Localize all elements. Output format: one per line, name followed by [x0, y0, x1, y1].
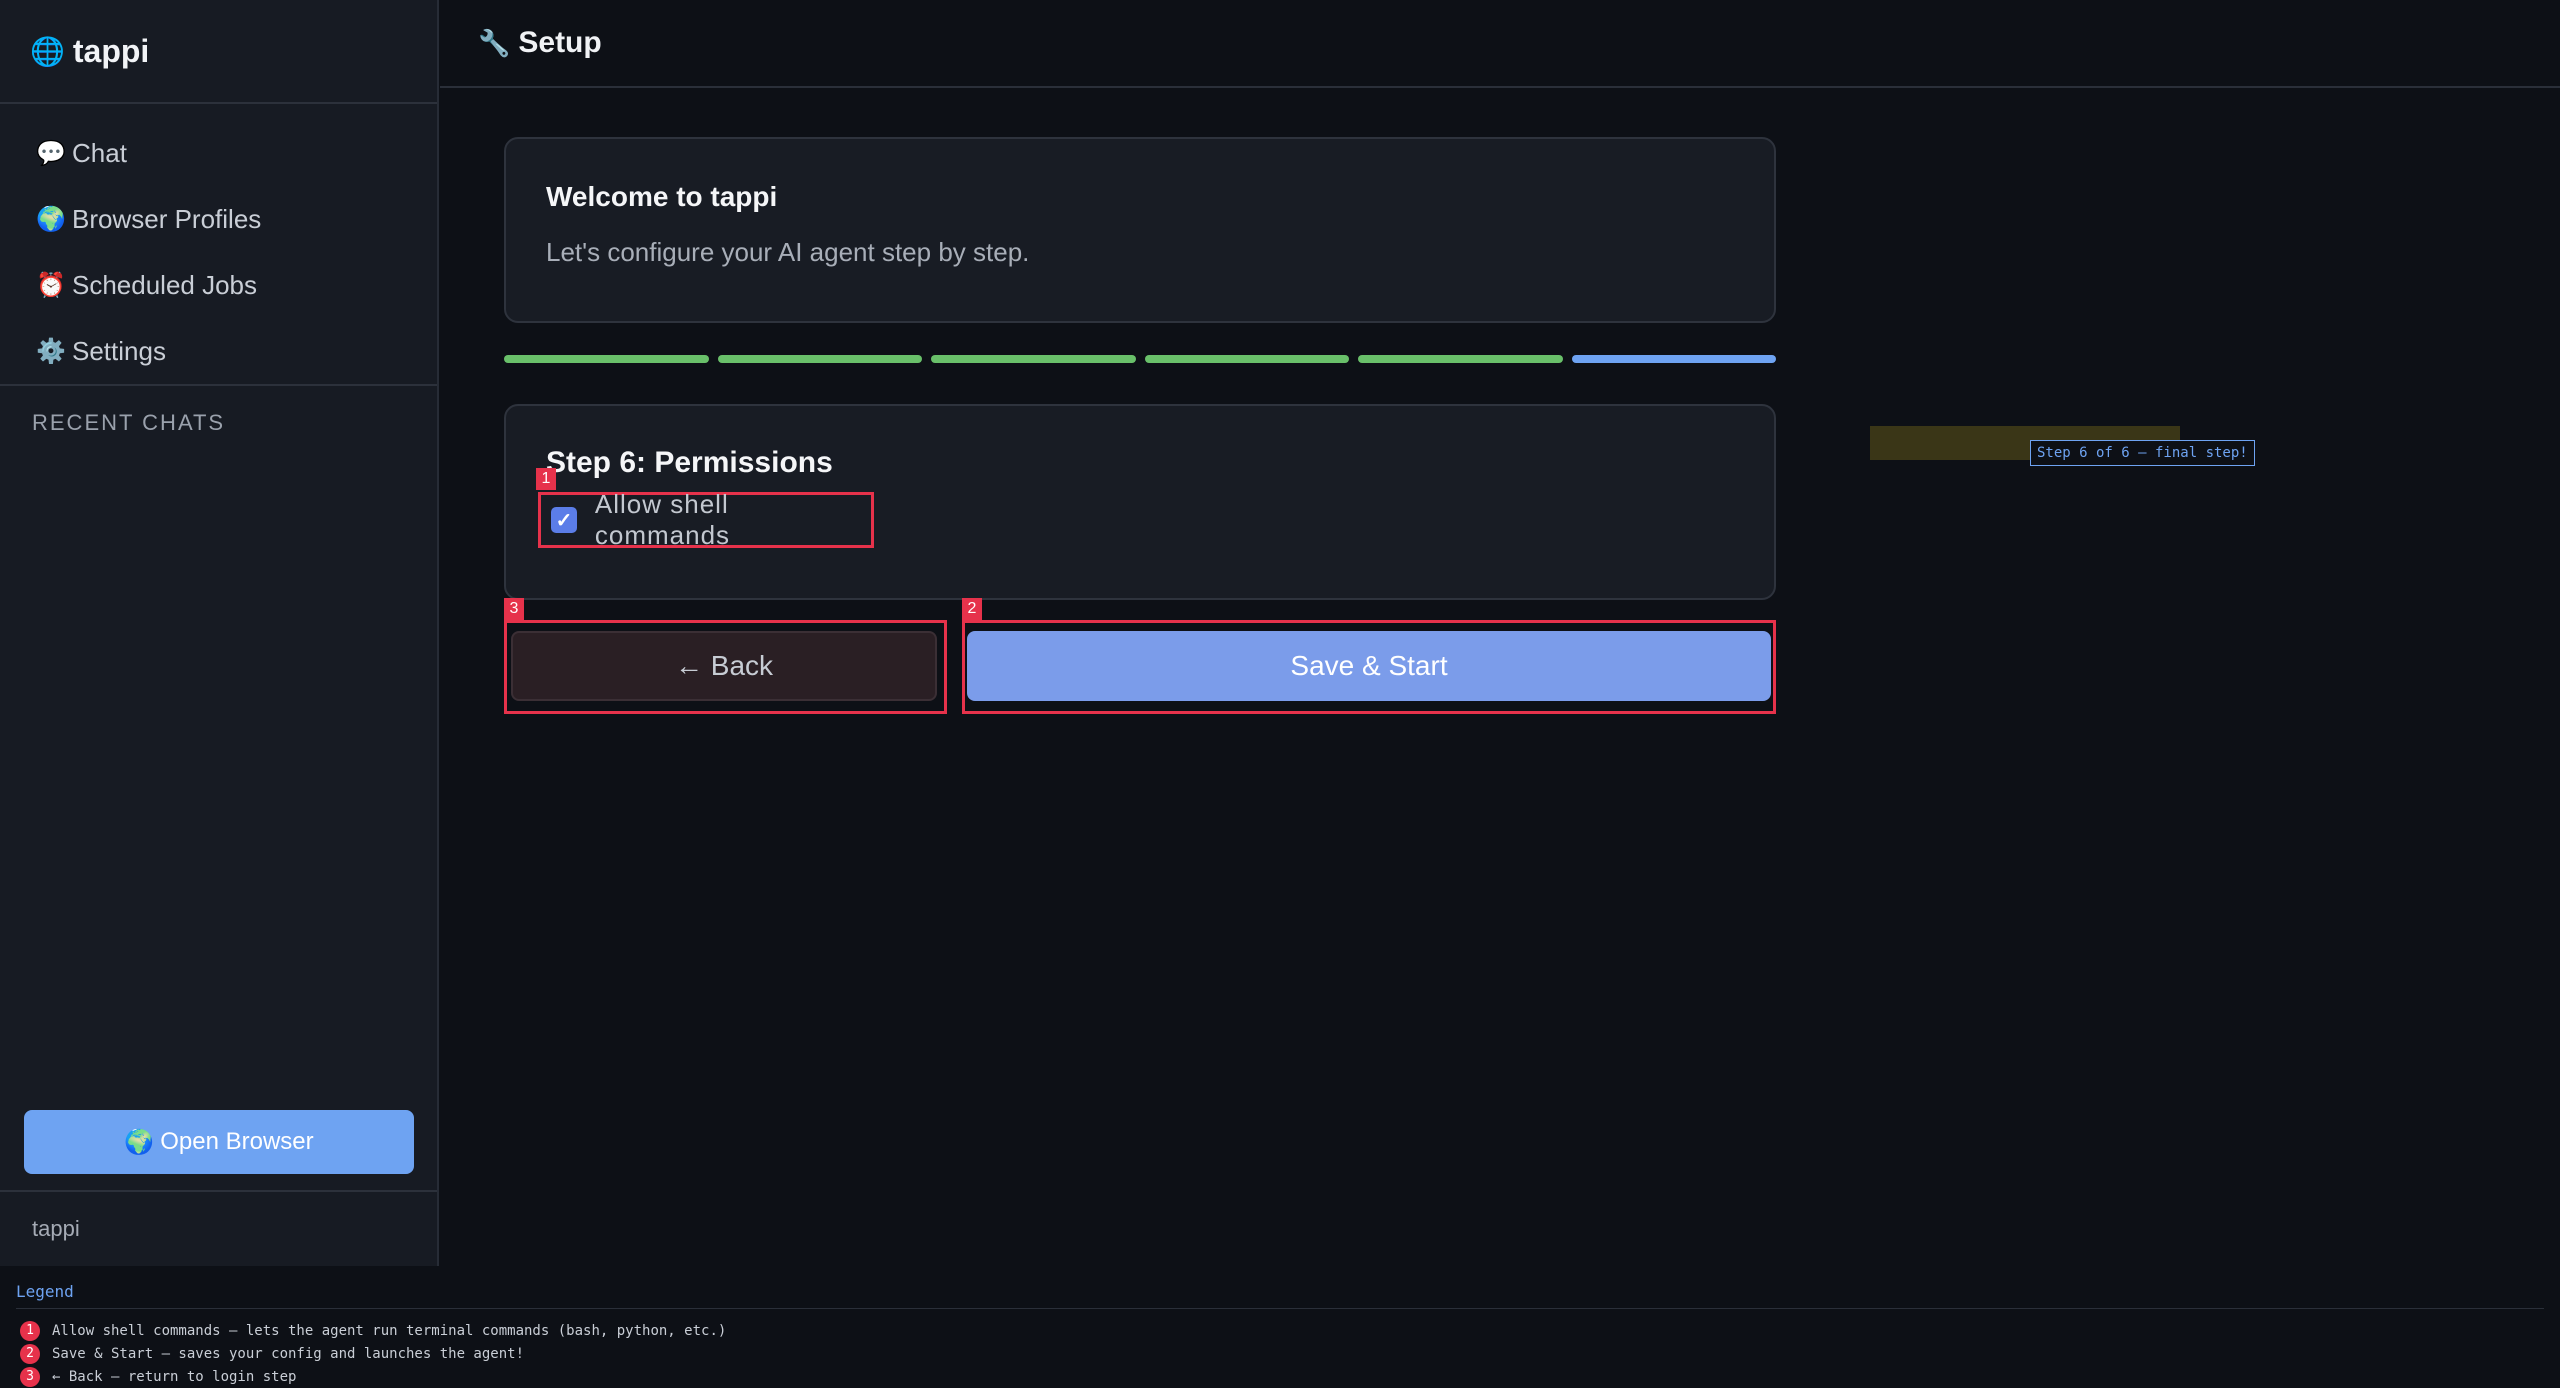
checkmark-icon[interactable]: ✓ — [551, 507, 577, 533]
page-title: Setup — [518, 26, 602, 59]
legend-text: ← Back — return to login step — [52, 1369, 297, 1385]
progress-segment-6 — [1571, 355, 1776, 363]
step-hint-tag: Step 6 of 6 — final step! — [2030, 440, 2255, 466]
sidebar-item-label: Browser Profiles — [72, 203, 262, 234]
recent-chats-heading: RECENT CHATS — [32, 410, 226, 435]
globe-icon: 🌍 — [124, 1128, 155, 1156]
legend-title: Legend — [16, 1282, 74, 1301]
legend-text: Allow shell commands — lets the agent ru… — [52, 1323, 727, 1339]
sidebar-nav: 💬 Chat 🌍 Browser Profiles ⏰ Scheduled Jo… — [0, 120, 437, 384]
progress-segment-2 — [717, 355, 922, 363]
progress-segment-1 — [504, 355, 709, 363]
sidebar-item-chat[interactable]: 💬 Chat — [0, 120, 437, 186]
welcome-card: Welcome to tappi Let's configure your AI… — [504, 137, 1776, 323]
wrench-icon: 🔧 — [478, 27, 511, 58]
chat-bubble-icon: 💬 — [36, 139, 66, 167]
alarm-clock-icon: ⏰ — [36, 271, 66, 299]
back-button-annotation: ← Back — [504, 620, 947, 714]
page-header: 🔧 Setup — [440, 0, 2560, 88]
app-window: 🌐 tappi 💬 Chat 🌍 Browser Profiles ⏰ Sche… — [0, 0, 2560, 1266]
legend-divider — [16, 1308, 2544, 1309]
legend-number-badge: 2 — [20, 1344, 40, 1364]
brand-name: tappi — [72, 32, 150, 69]
annotation-badge-1: 1 — [536, 468, 556, 490]
save-and-start-button[interactable]: Save & Start — [967, 631, 1771, 701]
annotation-badge-2: 2 — [962, 598, 982, 620]
open-browser-label: Open Browser — [160, 1128, 314, 1155]
legend-text: Save & Start — saves your config and lau… — [52, 1346, 525, 1362]
brand[interactable]: 🌐 tappi — [0, 0, 437, 104]
allow-shell-commands-label: Allow shell commands — [594, 489, 731, 550]
welcome-title: Welcome to tappi — [546, 181, 778, 212]
legend-number-badge: 1 — [20, 1321, 40, 1341]
sidebar-item-browser-profiles[interactable]: 🌍 Browser Profiles — [0, 186, 437, 252]
legend-item: 3 ← Back — return to login step — [20, 1366, 296, 1388]
legend-number-badge: 3 — [20, 1367, 40, 1387]
permissions-card: Step 6: Permissions 1 ✓ Allow shell comm… — [504, 404, 1776, 600]
progress-segment-4 — [1144, 355, 1349, 363]
progress-segment-5 — [1358, 355, 1563, 363]
sidebar-item-scheduled-jobs[interactable]: ⏰ Scheduled Jobs — [0, 252, 437, 318]
sidebar-divider — [0, 384, 437, 386]
allow-shell-commands-checkbox[interactable]: ✓ Allow shell commands — [538, 489, 874, 550]
globe-icon: 🌐 — [30, 35, 65, 67]
sidebar-footer-name: tappi — [32, 1216, 80, 1241]
globe-icon: 🌍 — [36, 205, 66, 233]
sidebar: 🌐 tappi 💬 Chat 🌍 Browser Profiles ⏰ Sche… — [0, 0, 439, 1266]
legend-item: 1 Allow shell commands — lets the agent … — [20, 1320, 726, 1342]
sidebar-item-settings[interactable]: ⚙️ Settings — [0, 318, 437, 384]
legend-item: 2 Save & Start — saves your config and l… — [20, 1343, 524, 1365]
sidebar-item-label: Chat — [72, 137, 127, 168]
sidebar-item-label: Settings — [72, 335, 166, 366]
progress-segment-3 — [931, 355, 1136, 363]
open-browser-button[interactable]: 🌍 Open Browser — [24, 1110, 414, 1174]
step-title: Step 6: Permissions — [546, 446, 833, 479]
welcome-subtitle: Let's configure your AI agent step by st… — [546, 237, 1030, 267]
gear-icon: ⚙️ — [36, 337, 66, 365]
save-button-annotation: Save & Start — [962, 620, 1776, 714]
back-button[interactable]: ← Back — [511, 631, 937, 701]
annotation-badge-3: 3 — [504, 598, 524, 620]
sidebar-footer-divider — [0, 1190, 437, 1192]
sidebar-item-label: Scheduled Jobs — [72, 269, 258, 300]
step-progress-bar — [504, 355, 1776, 363]
legend: Legend 1 Allow shell commands — lets the… — [0, 1266, 2560, 1388]
